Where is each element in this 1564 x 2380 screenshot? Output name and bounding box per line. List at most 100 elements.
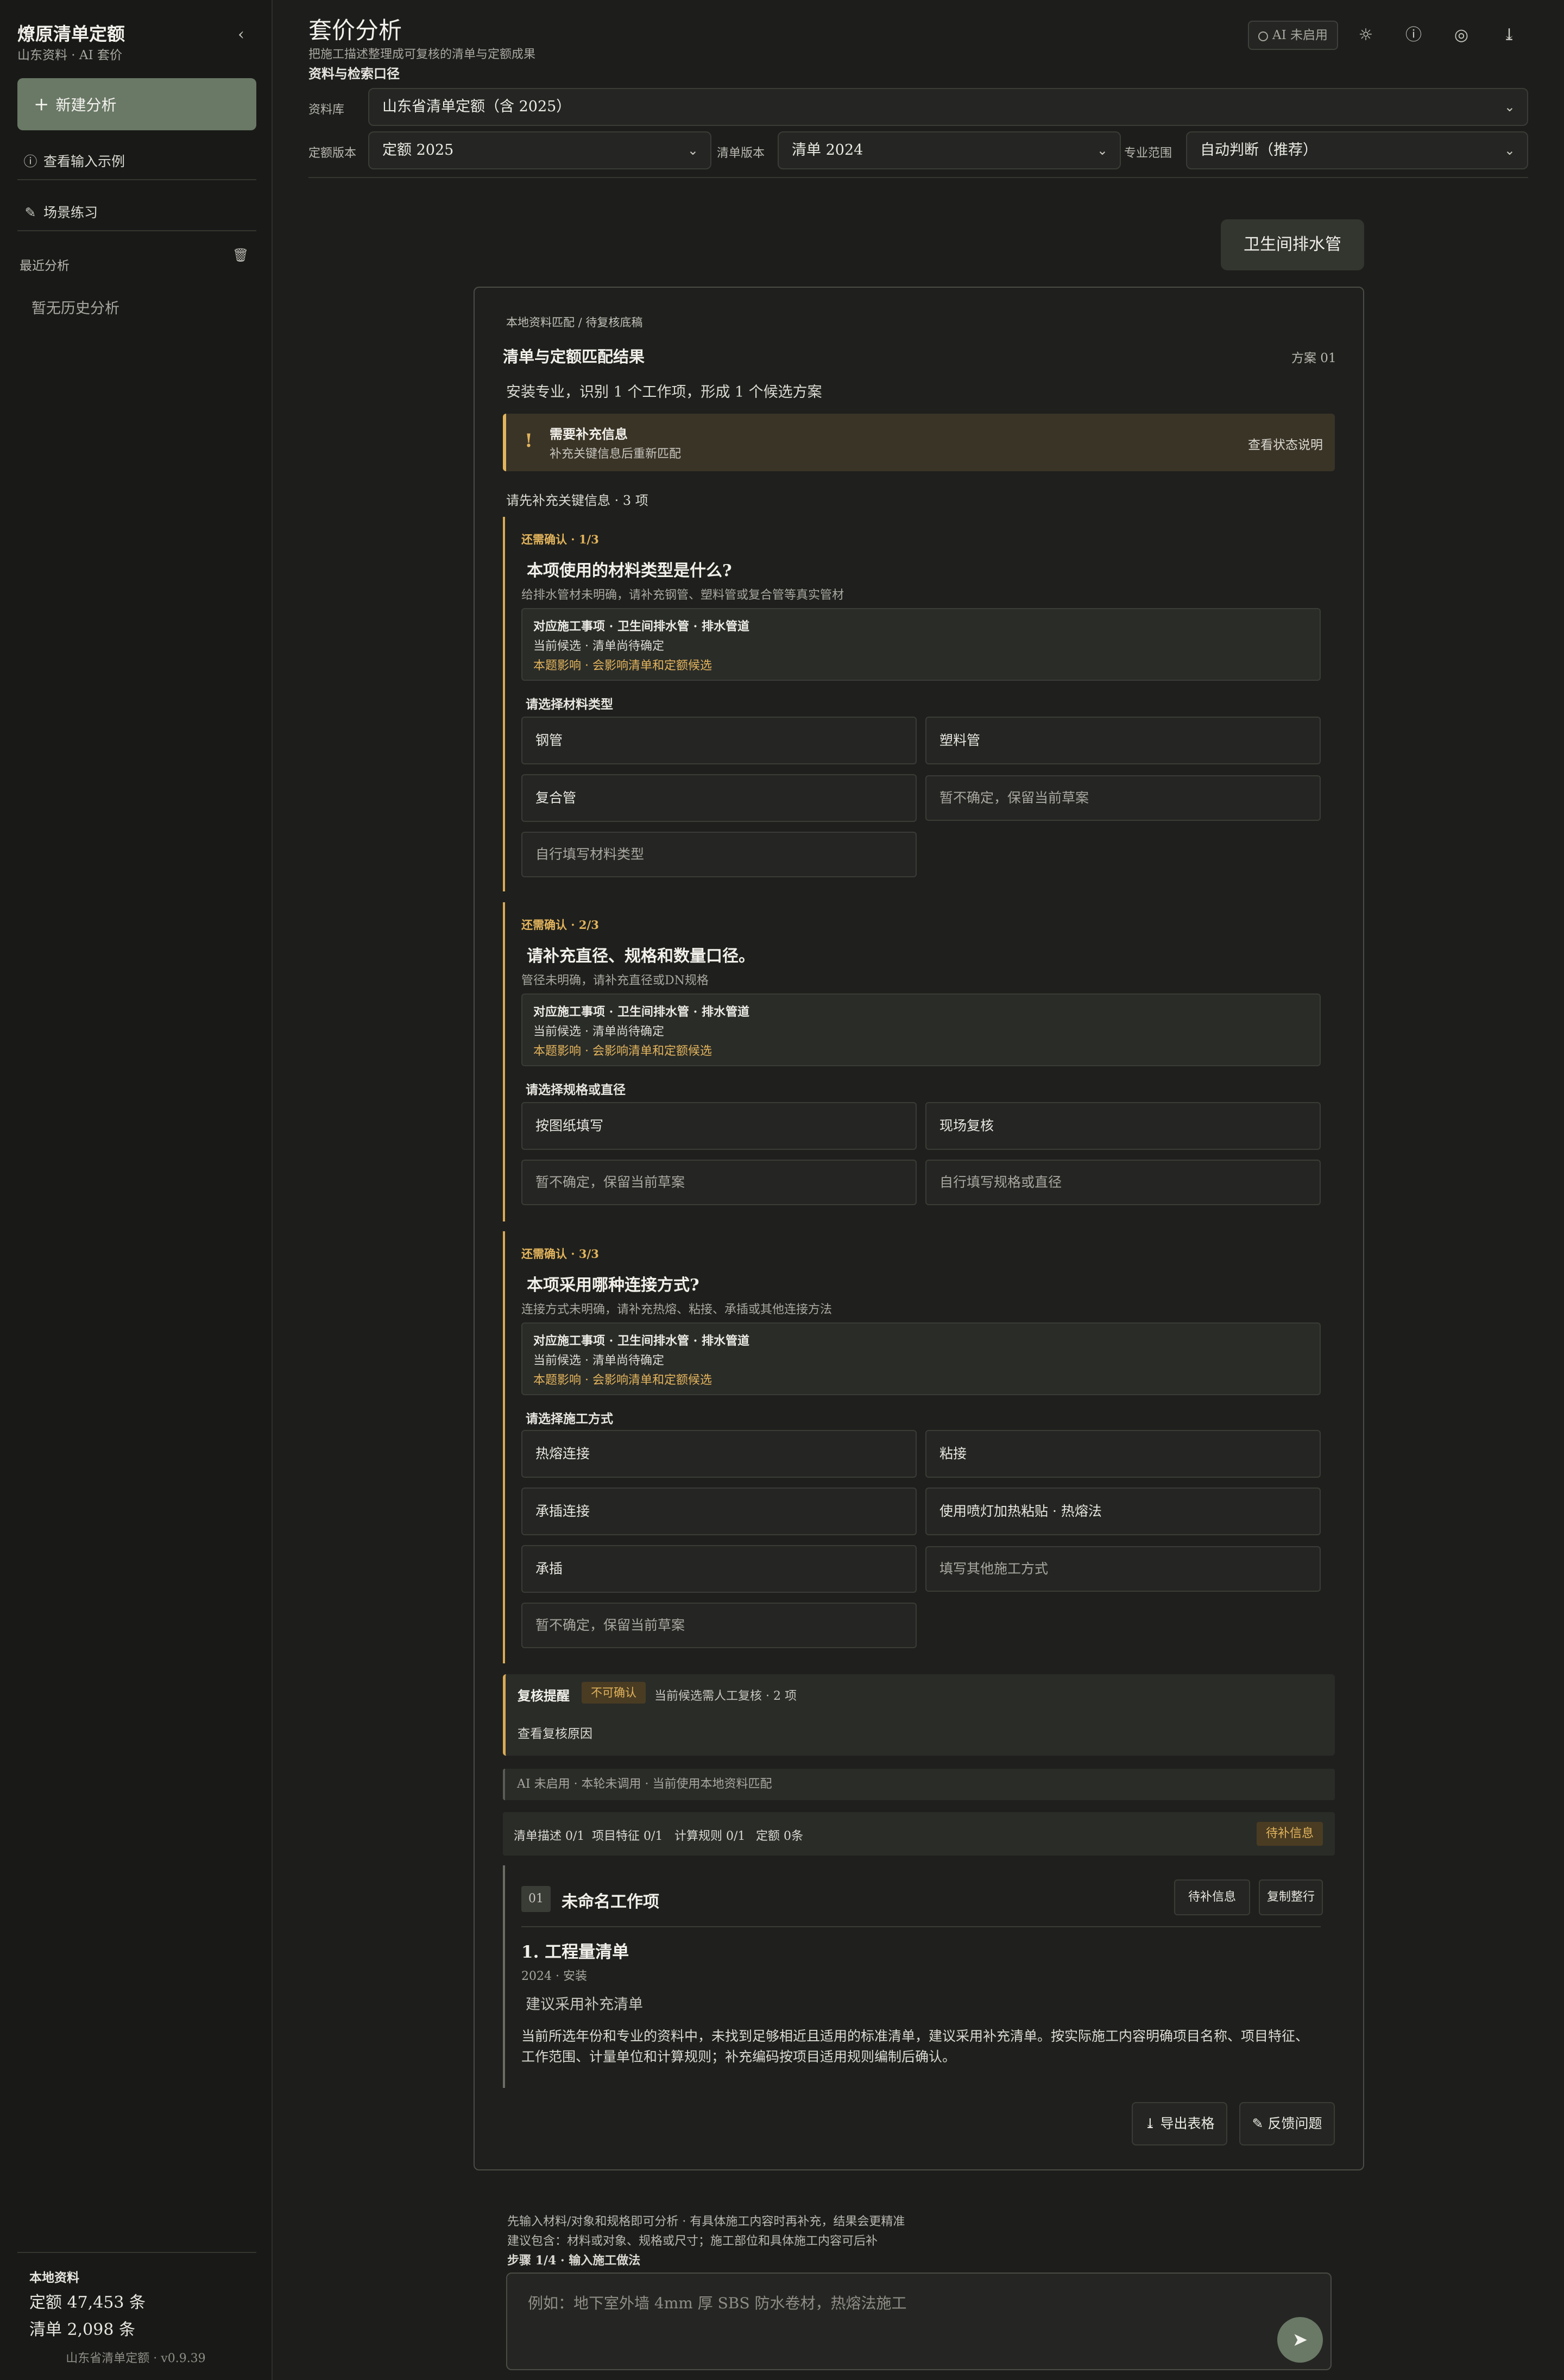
warning-banner: ! 需要补充信息 补充关键信息后重新匹配 查看状态说明 [503,414,1335,471]
sidebar: 燎原清单定额 山东资料 · AI 套价 ‹ + 新建分析 ⓘ 查看输入示例 ✎ 场景练… [0,0,273,2380]
info-icon[interactable]: ⓘ [1400,22,1427,49]
feedback-label: 反馈问题 [1267,2116,1322,2131]
choose-label: 请选择规格或直径 [526,1083,626,1097]
need-info-label: 请先补充关键信息 · 3 项 [506,493,648,508]
trash-icon[interactable]: 🗑 [232,248,249,263]
export-table-label: 导出表格 [1160,2116,1215,2131]
option-button[interactable]: 使用喷灯加热粘贴 · 热熔法 [925,1488,1321,1535]
pencil-icon: ✎ [24,205,36,220]
context-candidate: 当前候选 · 清单尚待确定 [533,1025,664,1039]
context-item: 对应施工事项 · 卫生间排水管 · 排水管道 [533,619,749,634]
option-button[interactable]: 现场复核 [925,1102,1321,1150]
question-card-3: 还需确认 · 3/3 本项采用哪种连接方式? 连接方式未明确，请补充热熔、粘接、… [503,1231,1328,1663]
chevron-left-icon: ‹ [238,25,244,44]
warning-icon: ! [525,430,533,452]
option-custom-input[interactable]: 自行填写材料类型 [521,832,917,877]
option-button[interactable]: 复合管 [521,774,917,822]
stat-quota: 定额 0条 [756,1830,803,1843]
list-version-select[interactable]: 清单 2024 ⌄ [778,131,1121,169]
review-title: 复核提醒 [518,1688,570,1704]
question-context: 对应施工事项 · 卫生间排水管 · 排水管道 当前候选 · 清单尚待确定 本题影… [521,1322,1321,1395]
view-example-label: 查看输入示例 [43,154,125,169]
option-button[interactable]: 粘接 [925,1430,1321,1478]
review-note: 当前候选需人工复核 · 2 项 [654,1689,797,1703]
library-select[interactable]: 山东省清单定额（含 2025） ⌄ [368,88,1528,126]
stat-feature: 项目特征 0/1 [592,1830,663,1843]
option-button[interactable]: 承插连接 [521,1488,917,1535]
theme-sun-icon[interactable]: ☼ [1352,22,1379,49]
local-data-title: 本地资料 [29,2270,79,2285]
question-desc: 管径未明确，请补充直径或DN规格 [521,974,709,988]
warning-title: 需要补充信息 [550,426,628,442]
review-reason-link[interactable]: 查看复核原因 [518,1723,592,1742]
page-subtitle: 把施工描述整理成可复核的清单与定额成果 [308,48,536,61]
context-candidate: 当前候选 · 清单尚待确定 [533,640,664,653]
status-badge: 不可确认 [582,1682,646,1704]
download-icon[interactable]: ⤓ [1496,22,1523,49]
quota-version-select[interactable]: 定额 2025 ⌄ [368,131,711,169]
context-item: 对应施工事项 · 卫生间排水管 · 排水管道 [533,1334,749,1348]
ai-status-chip[interactable]: AI 未启用 [1248,21,1338,50]
option-button[interactable]: 承插 [521,1545,917,1593]
result-summary: 安装专业，识别 1 个工作项，形成 1 个候选方案 [506,384,822,401]
context-impact: 本题影响 · 会影响清单和定额候选 [533,1045,712,1058]
item-description: 当前所选年份和专业的资料中，未找到足够相近且适用的标准清单，建议采用补充清单。按… [521,2028,1309,2065]
construction-input[interactable] [527,2290,1246,2316]
view-example-link[interactable]: ⓘ 查看输入示例 [23,151,125,170]
page-title: 套价分析 [308,17,402,45]
header-divider [308,177,1528,178]
quota-version-label: 定额版本 [308,147,357,160]
item-suggestion: 建议采用补充清单 [526,1996,643,2013]
collapse-sidebar-button[interactable]: ‹ [232,24,250,46]
composer-hint: 先输入材料/对象和规格即可分析 · 有具体施工内容时再补充，结果会更精准 [507,2215,905,2229]
ai-status-label: AI 未启用 [1272,28,1328,42]
status-explain-link[interactable]: 查看状态说明 [1248,434,1323,453]
option-keep-draft[interactable]: 暂不确定，保留当前草案 [521,1603,917,1648]
question-desc: 给排水管材未明确，请补充钢管、塑料管或复合管等真实管材 [521,588,844,602]
scene-practice-label: 场景练习 [43,205,98,220]
question-card-1: 还需确认 · 1/3 本项使用的材料类型是什么? 给排水管材未明确，请补充钢管、… [503,517,1328,891]
scene-practice-link[interactable]: ✎ 场景练习 [23,202,98,221]
item-section-title: 1. 工程量清单 [521,1942,629,1962]
option-custom-input[interactable]: 自行填写规格或直径 [925,1160,1321,1205]
option-keep-draft[interactable]: 暂不确定，保留当前草案 [521,1160,917,1205]
local-data-summary: 本地资料 定额 47,453 条 清单 2,098 条 [17,2252,256,2340]
pencil-icon: ✎ [1252,2116,1268,2131]
option-button[interactable]: 按图纸填写 [521,1102,917,1150]
status-dot-icon [1258,31,1268,41]
feedback-button[interactable]: ✎ 反馈问题 [1239,2102,1335,2145]
option-button[interactable]: 热熔连接 [521,1430,917,1478]
breadcrumb: 本地资料匹配 / 待复核底稿 [506,316,643,329]
question-tag: 还需确认 · 3/3 [521,1247,599,1261]
app-subtitle: 山东资料 · AI 套价 [17,48,122,62]
scope-select[interactable]: 自动判断（推荐） ⌄ [1186,131,1528,169]
plus-icon: + [34,93,49,115]
pending-info-button[interactable]: 待补信息 [1174,1879,1250,1915]
user-message: 卫生间排水管 [1221,219,1364,270]
chevron-down-icon: ⌄ [1096,143,1108,158]
send-button[interactable]: ➤ [1277,2317,1323,2363]
settings-icon[interactable]: ◎ [1448,22,1475,49]
section-label: 资料与检索口径 [308,66,400,81]
new-analysis-button[interactable]: + 新建分析 [17,78,256,130]
recent-label: 最近分析 [20,259,70,273]
app-title: 燎原清单定额 [17,23,125,45]
option-keep-draft[interactable]: 暂不确定，保留当前草案 [925,775,1321,821]
question-title: 本项使用的材料类型是什么? [527,561,732,580]
option-button[interactable]: 钢管 [521,717,917,764]
result-title: 清单与定额匹配结果 [503,347,645,366]
sidebar-divider [17,179,256,180]
question-card-2: 还需确认 · 2/3 请补充直径、规格和数量口径。 管径未明确，请补充直径或DN… [503,902,1328,1221]
choose-label: 请选择材料类型 [526,697,613,712]
copy-row-button[interactable]: 复制整行 [1259,1879,1323,1915]
chevron-down-icon: ⌄ [1504,99,1515,115]
new-analysis-label: 新建分析 [55,96,117,114]
option-button[interactable]: 塑料管 [925,717,1321,764]
empty-history: 暂无历史分析 [31,300,119,317]
export-table-button[interactable]: ⤓ 导出表格 [1132,2102,1227,2145]
library-label: 资料库 [308,103,345,117]
warning-subtitle: 补充关键信息后重新匹配 [550,447,682,461]
question-tag: 还需确认 · 2/3 [521,918,599,932]
item-meta: 2024 · 安装 [521,1970,587,1983]
option-custom-input[interactable]: 填写其他施工方式 [925,1546,1321,1592]
